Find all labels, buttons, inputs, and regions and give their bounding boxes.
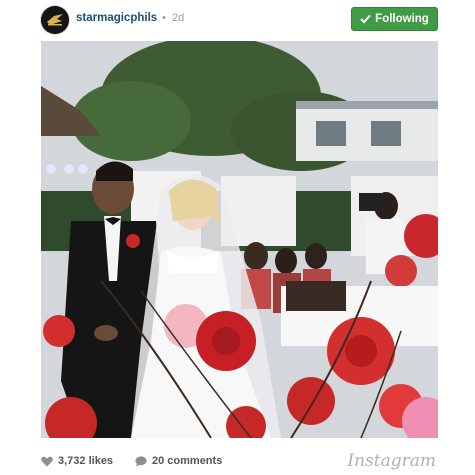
heart-icon [41, 456, 53, 466]
following-button[interactable]: Following [351, 7, 438, 31]
separator-dot: • [162, 12, 166, 24]
username[interactable]: starmagicphils [76, 12, 157, 24]
likes-label: 3,732 likes [58, 455, 114, 467]
check-icon [360, 14, 371, 24]
instagram-wordmark: Instagram [347, 451, 436, 471]
following-label: Following [375, 13, 429, 25]
post-time: 2d [172, 12, 185, 24]
comment-bubble-icon [135, 455, 147, 466]
comments-label: 20 comments [152, 455, 223, 467]
post-header: starmagicphils • 2d Following [0, 0, 475, 40]
wedding-photo [41, 41, 438, 438]
comments-count[interactable]: 20 comments [135, 455, 222, 467]
avatar-logo-icon [41, 6, 69, 34]
likes-count[interactable]: 3,732 likes [41, 455, 113, 467]
avatar[interactable] [41, 6, 69, 34]
post-photo[interactable] [41, 41, 438, 438]
post-footer: 3,732 likes 20 comments Instagram [41, 451, 438, 471]
